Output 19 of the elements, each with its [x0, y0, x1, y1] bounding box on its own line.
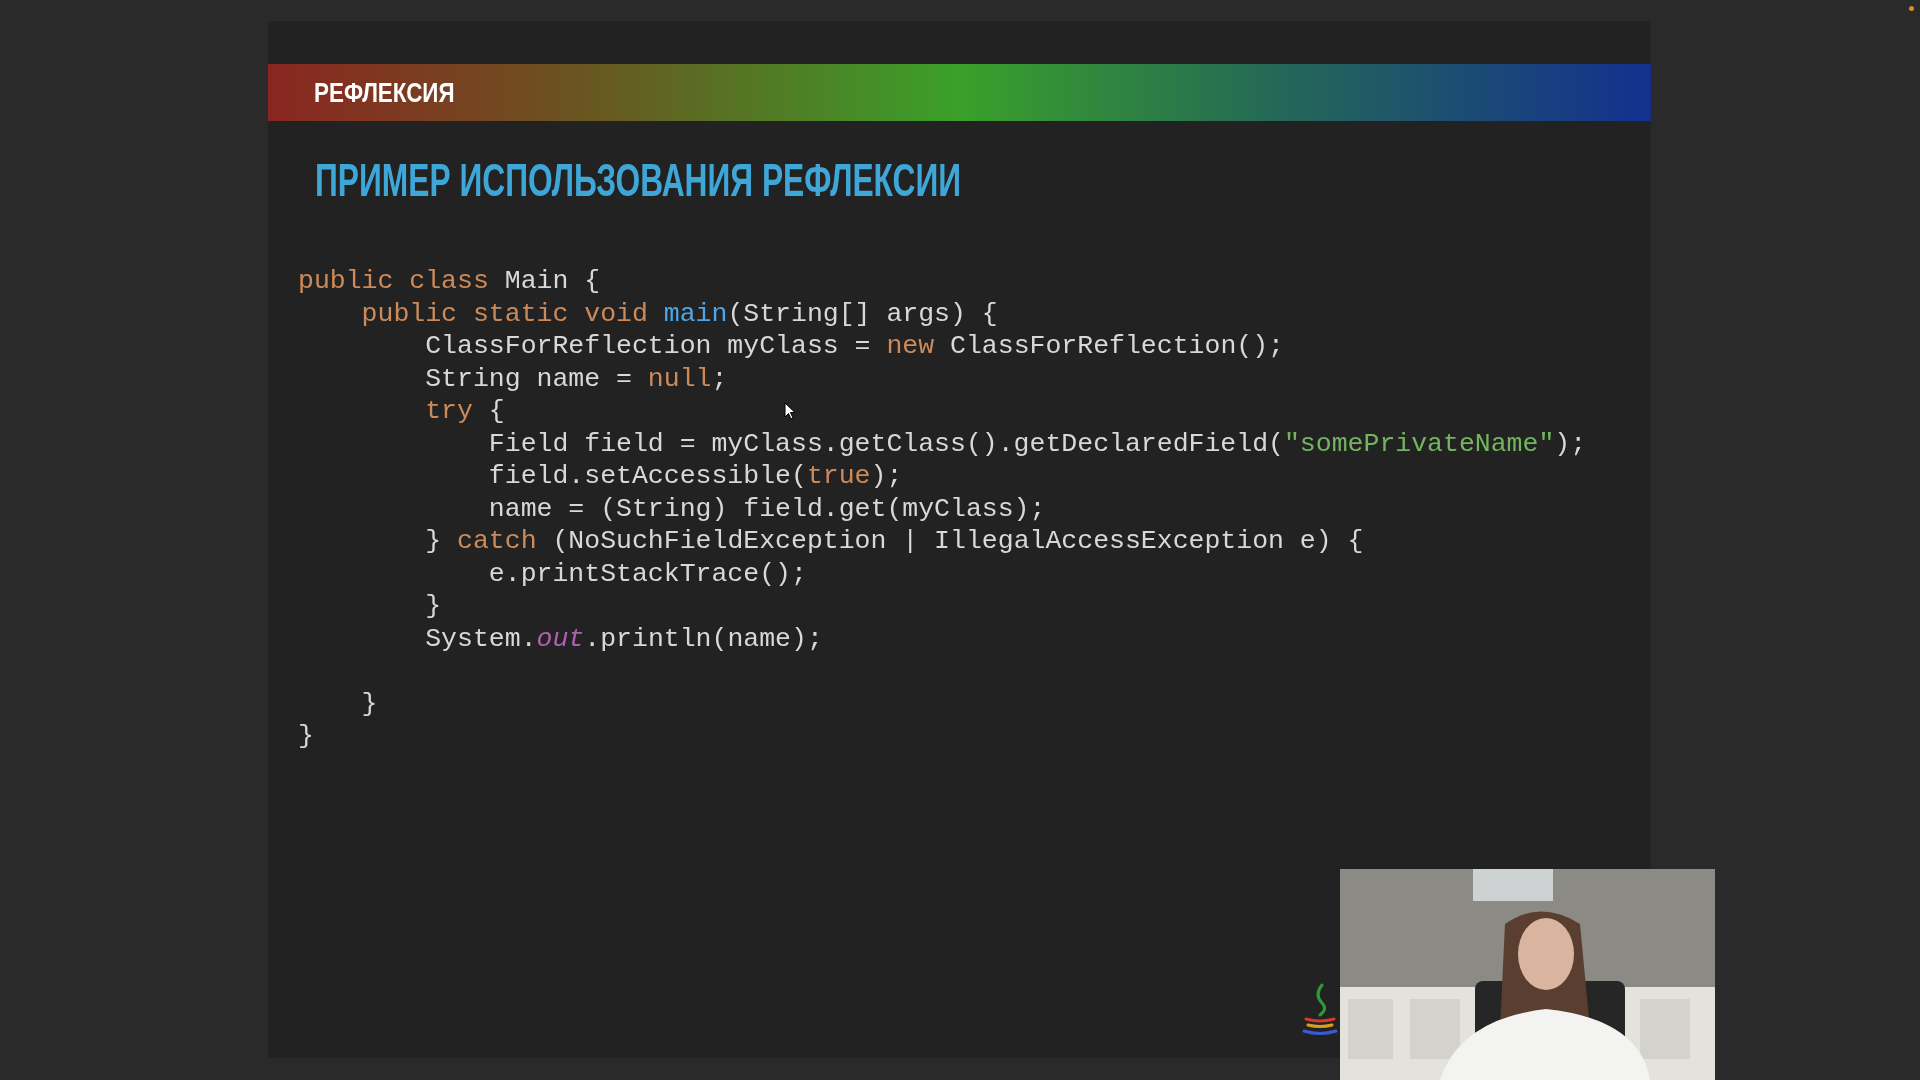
code-line: System.out.println(name);	[424, 622, 823, 655]
status-dot	[1909, 6, 1914, 11]
code-line: }	[298, 720, 314, 753]
code-line: e.printStackTrace();	[487, 557, 807, 590]
code-line: public static void main(String[] args) {	[360, 297, 998, 330]
code-line: ClassForReflection myClass = new ClassForReflection();	[424, 330, 1284, 363]
section-title: РЕФЛЕКСИЯ	[314, 76, 455, 109]
code-line: Field field = myClass.getClass().getDeclaredField("somePrivateName");	[487, 427, 1587, 460]
slide-title: ПРИМЕР ИСПОЛЬЗОВАНИЯ РЕФЛЕКСИИ	[315, 153, 962, 207]
code-line: name = (String) field.get(myClass);	[487, 492, 1046, 525]
code-line: try {	[424, 395, 505, 428]
code-line: String name = null;	[424, 362, 728, 395]
java-logo-icon	[1300, 981, 1340, 1037]
code-line: public class Main {	[298, 265, 601, 298]
code-line: } catch (NoSuchFieldException | IllegalAccessException e) {	[424, 525, 1364, 558]
code-line: }	[360, 687, 378, 720]
mouse-pointer-icon	[784, 402, 796, 420]
code-line: }	[424, 590, 442, 623]
code-line: field.setAccessible(true);	[487, 460, 903, 493]
